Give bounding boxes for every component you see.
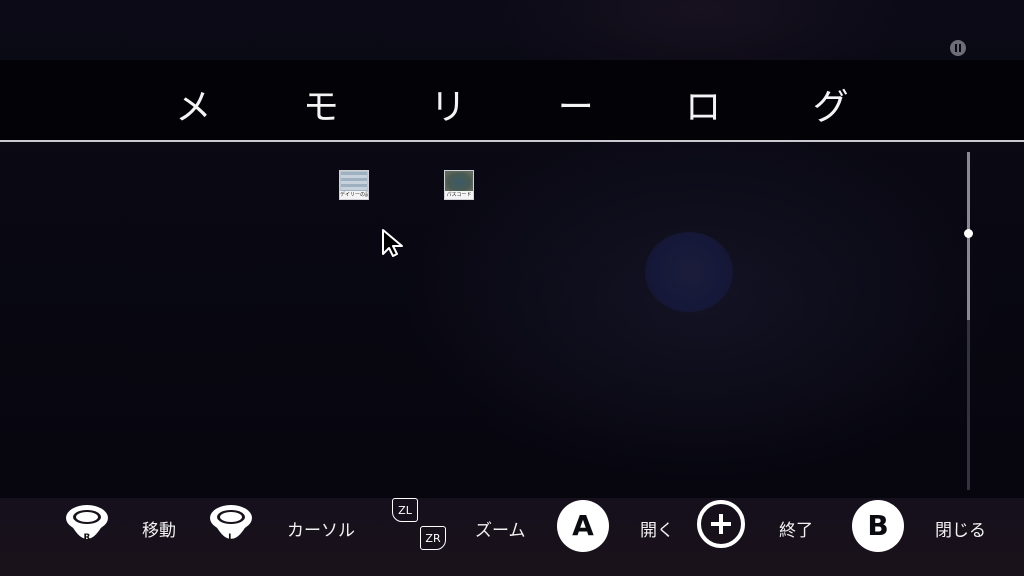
- r-stick-icon: R: [66, 505, 108, 543]
- page-title: メ モ リ ー ロ グ: [175, 87, 889, 128]
- thumbnail-caption: デイリーの記録: [340, 191, 368, 199]
- plus-button-icon[interactable]: [697, 500, 745, 548]
- memory-thumbnail-1[interactable]: デイリーの記録: [339, 170, 369, 200]
- memory-thumbnail-2[interactable]: パスコード: [444, 170, 474, 200]
- l-stick-icon: L: [210, 505, 252, 543]
- r-stick-letter: R: [84, 533, 91, 543]
- zl-button: ZL: [392, 498, 418, 522]
- thumbnail-image: [341, 172, 367, 192]
- a-button[interactable]: A: [557, 500, 609, 552]
- l-stick-letter: L: [228, 533, 234, 543]
- move-label: 移動: [142, 521, 176, 541]
- thumbnail-caption: パスコード: [445, 191, 473, 199]
- close-label: 閉じる: [935, 521, 986, 541]
- zr-button: ZR: [420, 526, 446, 550]
- quit-label: 終了: [779, 521, 813, 541]
- glowing-orb: [645, 232, 733, 312]
- open-label: 開く: [640, 521, 674, 541]
- zl-zr-buttons-icon: ZL ZR: [392, 498, 448, 554]
- arrow-cursor-icon[interactable]: [380, 228, 406, 258]
- thumbnail-image: [446, 172, 472, 192]
- cursor-label: カーソル: [287, 521, 355, 541]
- zoom-label: ズーム: [475, 521, 526, 541]
- pause-icon[interactable]: [950, 40, 966, 56]
- header-divider: [0, 140, 1024, 142]
- b-button[interactable]: B: [852, 500, 904, 552]
